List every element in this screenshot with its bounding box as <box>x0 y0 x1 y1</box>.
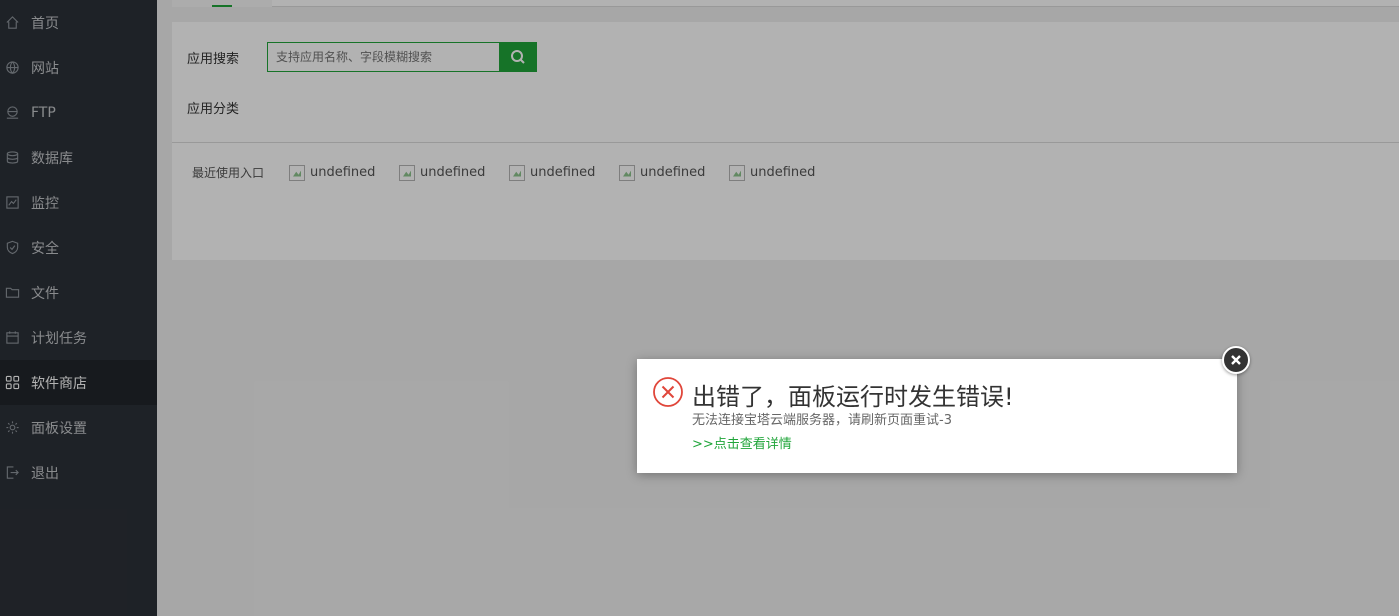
modal-overlay[interactable] <box>0 0 1399 616</box>
error-icon <box>652 376 684 408</box>
error-details-link[interactable]: >>点击查看详情 <box>692 433 792 452</box>
error-message: 无法连接宝塔云端服务器，请刷新页面重试-3 <box>692 413 952 428</box>
close-button[interactable] <box>1222 346 1250 374</box>
close-icon <box>1231 355 1241 365</box>
error-title: 出错了，面板运行时发生错误! <box>692 383 1014 411</box>
error-dialog: 出错了，面板运行时发生错误! 无法连接宝塔云端服务器，请刷新页面重试-3 >>点… <box>637 346 1250 473</box>
